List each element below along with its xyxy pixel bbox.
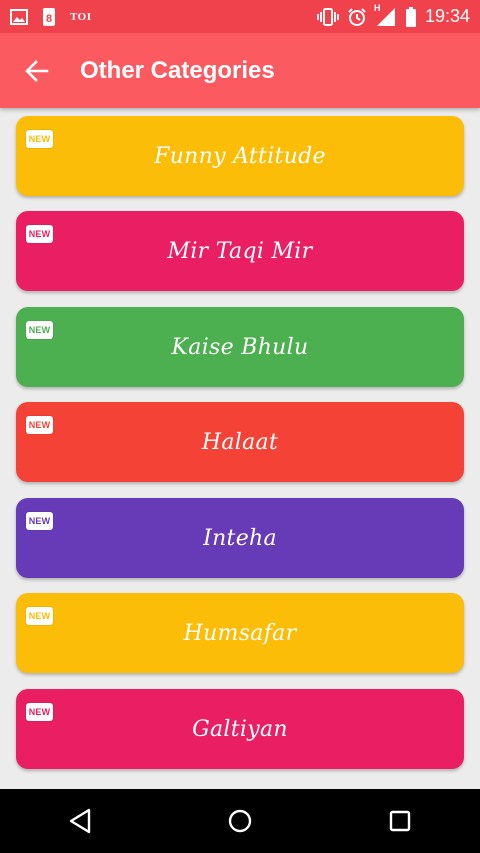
category-label: Galtiyan [192, 716, 288, 742]
svg-text:8: 8 [46, 13, 52, 25]
vibrate-icon [317, 7, 339, 26]
nav-home-button[interactable] [200, 789, 280, 853]
recents-square-icon [388, 809, 412, 833]
system-nav-bar [0, 789, 480, 853]
signal-icon: H [374, 3, 397, 27]
app-bar: Other Categories [0, 33, 480, 108]
category-label: Halaat [201, 429, 279, 455]
category-label: Mir Taqi Mir [167, 238, 313, 264]
new-badge: NEW [26, 512, 53, 530]
new-badge: NEW [26, 703, 53, 721]
category-list[interactable]: NEW Funny Attitude NEW Mir Taqi Mir NEW … [0, 108, 480, 789]
page-title: Other Categories [80, 56, 275, 84]
nav-back-button[interactable] [40, 789, 120, 853]
clock-time: 19:34 [424, 6, 470, 26]
back-triangle-icon [68, 808, 92, 834]
category-card-inteha[interactable]: NEW Inteha [16, 498, 464, 578]
new-badge: NEW [26, 416, 53, 434]
notification-app-icon: 8 [42, 7, 56, 27]
new-badge: NEW [26, 607, 53, 625]
category-card-halaat[interactable]: NEW Halaat [16, 402, 464, 482]
category-card-humsafar[interactable]: NEW Humsafar [16, 593, 464, 673]
back-button[interactable] [0, 33, 74, 108]
category-label: Funny Attitude [154, 143, 326, 169]
category-card-galtiyan[interactable]: NEW Galtiyan [16, 689, 464, 769]
arrow-left-icon [25, 59, 49, 82]
category-card-funny-attitude[interactable]: NEW Funny Attitude [16, 116, 464, 196]
category-label: Inteha [203, 525, 277, 551]
category-label: Humsafar [183, 620, 297, 646]
category-card-mir-taqi-mir[interactable]: NEW Mir Taqi Mir [16, 211, 464, 291]
alarm-icon [347, 7, 367, 27]
battery-icon [405, 6, 417, 27]
image-icon [10, 8, 28, 25]
category-label: Kaise Bhulu [171, 334, 309, 360]
new-badge: NEW [26, 225, 53, 243]
category-card-kaise-bhulu[interactable]: NEW Kaise Bhulu [16, 307, 464, 387]
new-badge: NEW [26, 130, 53, 148]
nav-recents-button[interactable] [360, 789, 440, 853]
notification-toi-text: TOI [70, 10, 92, 23]
status-bar: 8 TOI H 19:34 [0, 0, 480, 33]
network-type-label: H [373, 2, 381, 13]
home-circle-icon [227, 808, 253, 834]
new-badge: NEW [26, 321, 53, 339]
